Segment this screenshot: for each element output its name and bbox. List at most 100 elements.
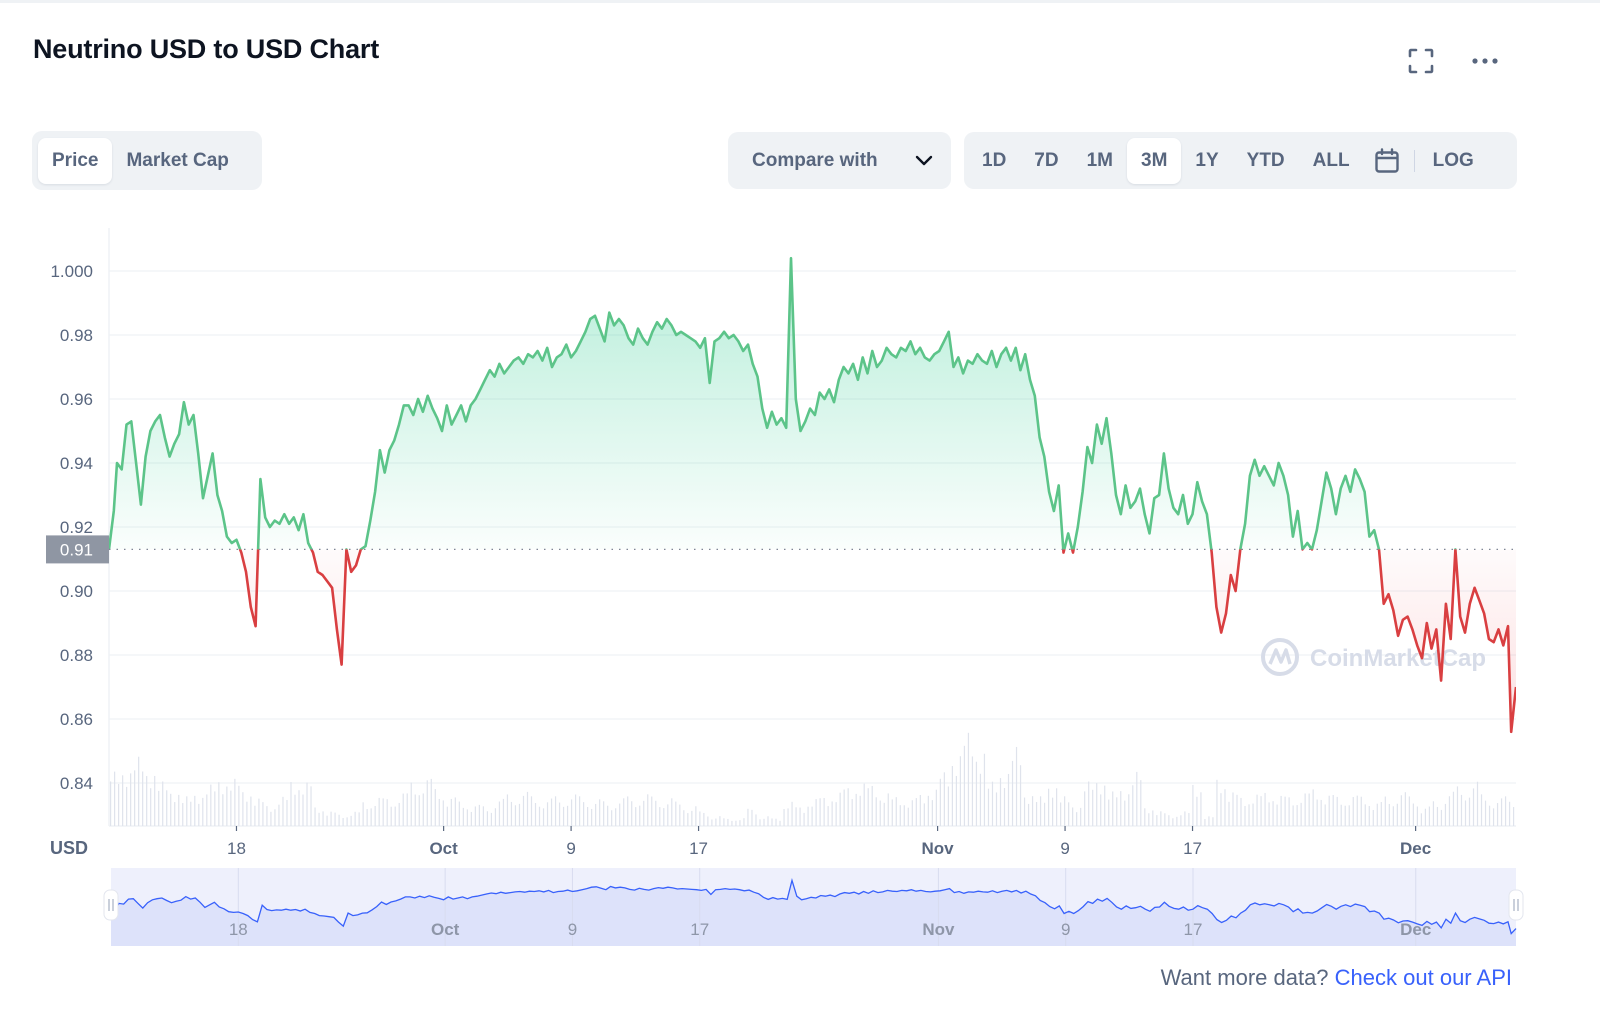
volume-bar [1132,785,1134,826]
volume-bar [1052,797,1054,826]
volume-bar [558,802,561,826]
volume-bar [943,772,945,826]
volume-bar [763,818,765,826]
volume-bar [530,796,533,826]
watermark-logo-icon [1261,638,1299,676]
volume-bar [1224,789,1226,826]
volume-bar [1228,801,1230,826]
volume-bars [110,732,1515,826]
volume-bar [707,816,709,826]
volume-bar [370,808,372,826]
volume-bar [1404,792,1406,826]
navigator-tick-label: 18 [229,920,248,939]
tab-price[interactable]: Price [38,137,113,184]
volume-bar [639,805,641,826]
volume-bar [498,801,501,826]
volume-bar [1148,813,1150,826]
volume-bar [346,817,348,826]
volume-bar [390,806,392,826]
volume-bar [134,770,136,826]
volume-bar [1392,806,1394,826]
volume-bar [354,811,356,826]
compare-with-dropdown[interactable]: Compare with [728,132,951,189]
volume-bar [643,800,645,826]
volume-bar [218,782,220,826]
volume-bar [687,813,689,826]
volume-bar [927,795,929,826]
navigator-area [111,880,1516,946]
fullscreen-icon [1408,48,1434,74]
volume-bar [955,775,958,826]
volume-bar [1428,806,1431,826]
range-tab-1y[interactable]: 1Y [1181,138,1232,184]
volume-bar [915,798,917,826]
volume-bar [254,805,256,826]
api-link[interactable]: Check out our API [1335,965,1512,990]
volume-bar [799,807,801,826]
volume-bar [887,793,889,826]
volume-bar [1096,783,1098,826]
range-tab-all[interactable]: ALL [1299,138,1364,184]
y-tick-label: 0.84 [60,774,93,793]
x-tick-label: Nov [922,839,955,858]
volume-bar [863,783,865,826]
volume-bar [983,753,986,826]
volume-bar [1388,803,1390,826]
navigator-left-handle[interactable] [103,889,119,921]
volume-bar [875,797,877,826]
range-tab-7d[interactable]: 7D [1020,138,1072,184]
fullscreen-button[interactable] [1403,43,1439,79]
volume-bar [146,776,148,826]
more-options-button[interactable] [1467,43,1503,79]
volume-bar [715,818,717,826]
range-tab-3m[interactable]: 3M [1127,137,1182,184]
volume-bar [1384,796,1386,826]
volume-bar [911,800,913,826]
volume-bar [1460,794,1463,826]
volume-bar [1448,796,1451,826]
tab-market-cap[interactable]: Market Cap [112,138,242,184]
currency-label: USD [50,838,88,858]
volume-bar [462,807,464,826]
volume-bar [1304,793,1306,826]
volume-bar [214,791,216,826]
volume-bar [466,809,468,826]
volume-bar [923,803,925,826]
volume-bar [378,797,380,826]
volume-bar [1023,797,1026,826]
date-range-button[interactable] [1364,138,1410,184]
volume-bar [647,794,649,826]
log-scale-toggle[interactable]: LOG [1419,138,1488,184]
volume-bar [1496,803,1499,826]
volume-bar [1480,794,1483,826]
volume-bar [450,798,452,826]
volume-bar [566,805,569,826]
volume-bar [1492,808,1495,826]
grid-lines [108,228,1516,827]
volume-bar [1396,803,1398,826]
volume-bar [1476,781,1479,826]
volume-bar [959,756,962,826]
volume-bar [510,801,513,826]
volume-bar [747,808,749,826]
volume-bar [474,806,476,826]
volume-bar [362,802,364,826]
volume-bar [1156,815,1158,826]
navigator-right-handle[interactable] [1508,889,1524,921]
volume-bar [1248,804,1250,826]
volume-bar [839,792,841,826]
range-tab-1d[interactable]: 1D [968,138,1020,184]
volume-bar [1027,803,1030,826]
range-tab-ytd[interactable]: YTD [1233,138,1299,184]
volume-bar [599,799,601,826]
chart-type-toggle: Price Market Cap [32,131,262,190]
volume-bar [879,800,881,826]
volume-bar [410,782,412,826]
range-tab-1m[interactable]: 1M [1073,138,1127,184]
volume-bar [803,812,805,826]
volume-bar [1288,797,1290,826]
volume-bar [895,797,897,826]
volume-bar [1204,818,1206,826]
volume-bar [306,782,308,826]
volume-bar [130,773,132,826]
